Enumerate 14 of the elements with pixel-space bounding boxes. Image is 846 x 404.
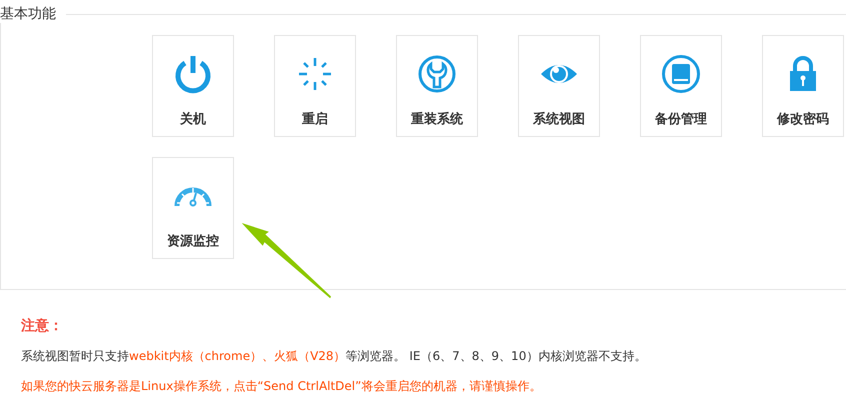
wrench-icon [417, 54, 457, 94]
notice-title: 注意： [21, 317, 64, 335]
tool-tile[interactable]: 系统视图 [518, 35, 600, 137]
notice-text: 如果您的快云服务器是Linux操作系统，点击“Send CtrlAltDel”将会重启您的机器，请谨慎操作。 [21, 378, 542, 395]
tool-tile[interactable]: 备份管理 [640, 35, 722, 137]
power-icon [173, 54, 213, 94]
tool-tile[interactable]: 关机 [152, 35, 234, 137]
tool-tile[interactable]: 重装系统 [396, 35, 478, 137]
tool-tile[interactable]: 修改密码 [762, 35, 844, 137]
notice-text: 系统视图暂时只支持webkit内核（chrome）、火狐（V28）等浏览器。 IE（6、7、8、9、10）内核浏览器不支持。 [21, 348, 648, 365]
section-title: 基本功能 [0, 5, 57, 23]
drive-icon [661, 54, 701, 94]
tool-tile[interactable]: 资源监控 [152, 157, 234, 259]
tool-tile[interactable]: 重启 [274, 35, 356, 137]
